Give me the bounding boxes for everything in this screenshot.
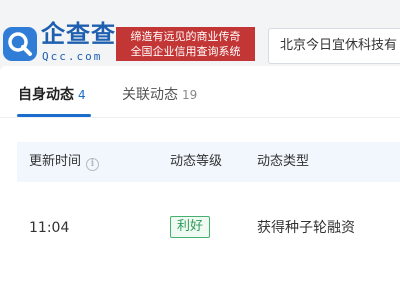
logo-text[interactable]: 企查查 <box>41 22 116 46</box>
logo-domain: Qcc.com <box>42 50 103 63</box>
table-header: 更新时间 i 动态等级 动态类型 <box>17 142 400 182</box>
tab-self-label: 自身动态 <box>18 87 74 103</box>
tab-related-count: 19 <box>182 88 198 102</box>
qcc-logo-icon[interactable] <box>3 27 37 61</box>
column-header-update-time-label: 更新时间 <box>29 154 82 169</box>
top-header: 企查查 Qcc.com 缔造有远见的商业传奇 全国企业信用查询系统 北京今日宜休… <box>0 0 400 64</box>
info-icon[interactable]: i <box>86 158 100 171</box>
level-badge: 利好 <box>170 216 211 238</box>
column-header-level: 动态等级 <box>170 154 223 169</box>
row-time: 11:04 <box>29 220 70 236</box>
slogan-banner: 缔造有远见的商业传奇 全国企业信用查询系统 <box>116 27 255 61</box>
tab-self-count: 4 <box>78 88 86 102</box>
tab-related-label: 关联动态 <box>122 87 178 103</box>
slogan-line-1: 缔造有远见的商业传奇 <box>130 30 241 43</box>
table-row[interactable]: 11:04 利好 获得种子轮融资 <box>17 183 400 273</box>
row-type[interactable]: 获得种子轮融资 <box>257 219 355 237</box>
column-header-type: 动态类型 <box>257 154 310 169</box>
active-tab-indicator <box>17 114 91 117</box>
search-input[interactable]: 北京今日宜休科技有 <box>268 28 400 64</box>
slogan-line-2: 全国企业信用查询系统 <box>130 45 241 58</box>
tab-self-dynamics[interactable]: 自身动态 4 <box>18 86 86 104</box>
tab-related-dynamics[interactable]: 关联动态 19 <box>122 86 197 104</box>
column-header-update-time[interactable]: 更新时间 i <box>29 154 100 171</box>
company-dynamics-panel: 自身动态 4 关联动态 19 更新时间 i 动态等级 动态类型 11:04 利好 获得… <box>0 66 400 300</box>
tab-bar: 自身动态 4 关联动态 19 <box>0 66 400 118</box>
